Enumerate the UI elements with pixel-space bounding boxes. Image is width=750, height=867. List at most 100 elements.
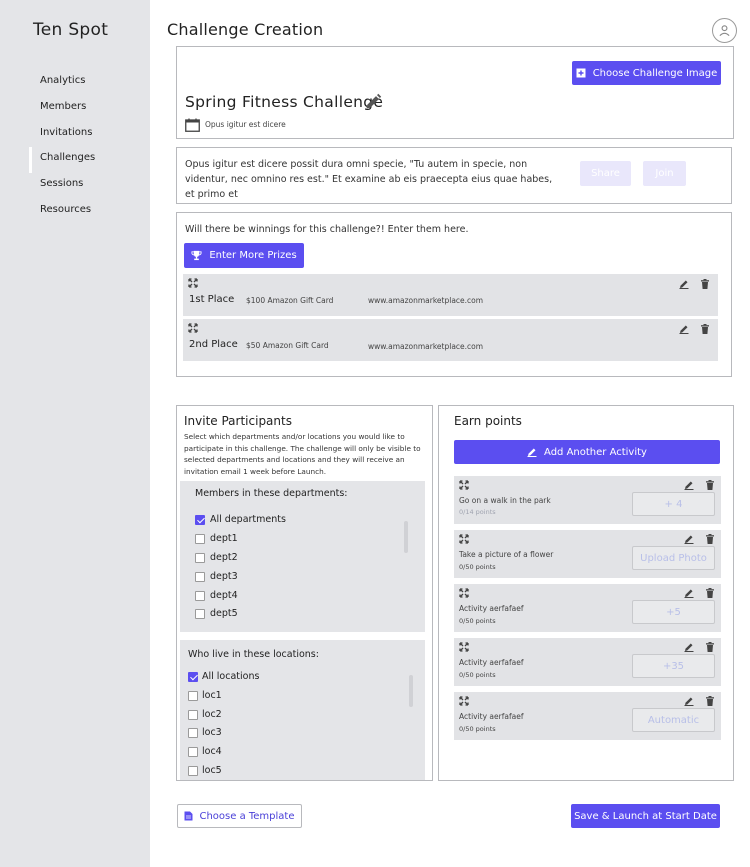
activity-action-button[interactable]: +35	[632, 654, 715, 678]
drag-handle-icon[interactable]	[459, 588, 469, 598]
checkbox-label: loc3	[202, 727, 222, 738]
enter-more-prizes-button[interactable]: Enter More Prizes	[184, 243, 304, 268]
activity-row: Go on a walk in the park 0/14 points + 4	[454, 476, 721, 524]
departments-header: Members in these departments:	[195, 488, 348, 499]
choose-template-label: Choose a Template	[199, 810, 295, 822]
checkbox-loc3[interactable]	[188, 728, 198, 738]
template-icon	[184, 811, 193, 821]
prize-description: $100 Amazon Gift Card	[246, 296, 334, 305]
drag-handle-icon[interactable]	[459, 534, 469, 544]
edit-pencil-icon[interactable]	[679, 279, 689, 289]
checkbox-all-departments[interactable]	[195, 515, 205, 525]
brand-logo: Ten Spot	[33, 20, 109, 40]
activity-action-button[interactable]: Upload Photo	[632, 546, 715, 570]
prizes-question: Will there be winnings for this challeng…	[185, 224, 469, 235]
trash-icon[interactable]	[705, 696, 715, 706]
edit-pencil-icon[interactable]	[679, 324, 689, 334]
save-launch-label: Save & Launch at Start Date	[574, 810, 717, 822]
prize-row: 2nd Place $50 Amazon Gift Card www.amazo…	[183, 319, 718, 361]
sidebar: Ten Spot Analytics Members Invitations C…	[0, 0, 150, 867]
choose-challenge-image-label: Choose Challenge Image	[592, 67, 718, 79]
checkbox-dept2[interactable]	[195, 553, 205, 563]
activity-name: Activity aerfafaef	[459, 658, 524, 667]
checkbox-loc2[interactable]	[188, 710, 198, 720]
activity-points: 0/50 points	[459, 671, 496, 679]
prize-url: www.amazonmarketplace.com	[368, 342, 484, 351]
edit-pencil-icon[interactable]	[684, 642, 694, 652]
activity-points: 0/14 points	[459, 508, 496, 516]
description-panel: Opus igitur est dicere possit dura omni …	[176, 147, 732, 204]
checkbox-dept3[interactable]	[195, 572, 205, 582]
checkbox-loc1[interactable]	[188, 691, 198, 701]
enter-more-prizes-label: Enter More Prizes	[209, 250, 297, 261]
locations-scrollbar[interactable]	[409, 675, 413, 707]
activity-name: Activity aerfafaef	[459, 712, 524, 721]
activity-row: Activity aerfafaef 0/50 points +5	[454, 584, 721, 632]
activity-row: Take a picture of a flower 0/50 points U…	[454, 530, 721, 578]
checkbox-loc4[interactable]	[188, 747, 198, 757]
user-avatar[interactable]	[712, 18, 737, 43]
trophy-icon	[191, 250, 202, 261]
activity-action-button[interactable]: Automatic	[632, 708, 715, 732]
edit-pencil-icon[interactable]	[684, 480, 694, 490]
checkbox-label: loc2	[202, 709, 222, 720]
sidebar-item-sessions[interactable]: Sessions	[29, 173, 150, 199]
departments-scrollbar[interactable]	[404, 521, 408, 553]
checkbox-label: dept1	[210, 533, 238, 544]
prize-url: www.amazonmarketplace.com	[368, 296, 484, 305]
prize-place: 1st Place	[189, 294, 235, 305]
activity-name: Take a picture of a flower	[459, 550, 554, 559]
share-button[interactable]: Share	[580, 161, 631, 186]
checkbox-label: dept3	[210, 571, 238, 582]
trash-icon[interactable]	[705, 534, 715, 544]
challenge-date: Opus igitur est dicere	[205, 120, 286, 129]
checkbox-label: All departments	[210, 514, 286, 525]
checkbox-label: All locations	[202, 671, 260, 682]
activity-action-button[interactable]: + 4	[632, 492, 715, 516]
checkbox-label: loc4	[202, 746, 222, 757]
invite-title: Invite Participants	[184, 414, 292, 428]
edit-pencil-icon[interactable]	[684, 696, 694, 706]
sidebar-item-analytics[interactable]: Analytics	[29, 70, 150, 96]
choose-challenge-image-button[interactable]: Choose Challenge Image	[572, 61, 721, 85]
edit-name-pencil-icon[interactable]	[364, 93, 382, 111]
activity-row: Activity aerfafaef 0/50 points Automatic	[454, 692, 721, 740]
add-another-activity-button[interactable]: Add Another Activity	[454, 440, 720, 464]
prize-row: 1st Place $100 Amazon Gift Card www.amaz…	[183, 274, 718, 316]
trash-icon[interactable]	[700, 279, 710, 289]
trash-icon[interactable]	[705, 642, 715, 652]
checkbox-label: dept4	[210, 590, 238, 601]
edit-pencil-icon[interactable]	[684, 534, 694, 544]
join-button[interactable]: Join	[643, 161, 686, 186]
trash-icon[interactable]	[705, 480, 715, 490]
choose-template-button[interactable]: Choose a Template	[177, 804, 302, 828]
activity-name: Go on a walk in the park	[459, 496, 551, 505]
trash-icon[interactable]	[700, 324, 710, 334]
checkbox-loc5[interactable]	[188, 766, 198, 776]
pencil-icon	[527, 448, 537, 457]
add-another-activity-label: Add Another Activity	[544, 446, 647, 458]
drag-handle-icon[interactable]	[459, 696, 469, 706]
sidebar-item-invitations[interactable]: Invitations	[29, 122, 150, 148]
drag-handle-icon[interactable]	[459, 642, 469, 652]
checkbox-all-locations[interactable]	[188, 672, 198, 682]
activity-points: 0/50 points	[459, 725, 496, 733]
challenge-description[interactable]: Opus igitur est dicere possit dura omni …	[185, 157, 563, 202]
edit-pencil-icon[interactable]	[684, 588, 694, 598]
trash-icon[interactable]	[705, 588, 715, 598]
prize-description: $50 Amazon Gift Card	[246, 341, 329, 350]
checkbox-dept5[interactable]	[195, 609, 205, 619]
activity-action-button[interactable]: +5	[632, 600, 715, 624]
drag-handle-icon[interactable]	[459, 480, 469, 490]
drag-handle-icon[interactable]	[188, 278, 198, 288]
checkbox-dept1[interactable]	[195, 534, 205, 544]
checkbox-dept4[interactable]	[195, 591, 205, 601]
sidebar-item-resources[interactable]: Resources	[29, 199, 150, 225]
page-title: Challenge Creation	[167, 20, 324, 39]
sidebar-item-challenges[interactable]: Challenges	[29, 147, 150, 174]
sidebar-item-members[interactable]: Members	[29, 96, 150, 122]
save-launch-button[interactable]: Save & Launch at Start Date	[571, 804, 720, 828]
drag-handle-icon[interactable]	[188, 323, 198, 333]
challenge-name: Spring Fitness Challenge	[185, 93, 384, 111]
activity-name: Activity aerfafaef	[459, 604, 524, 613]
